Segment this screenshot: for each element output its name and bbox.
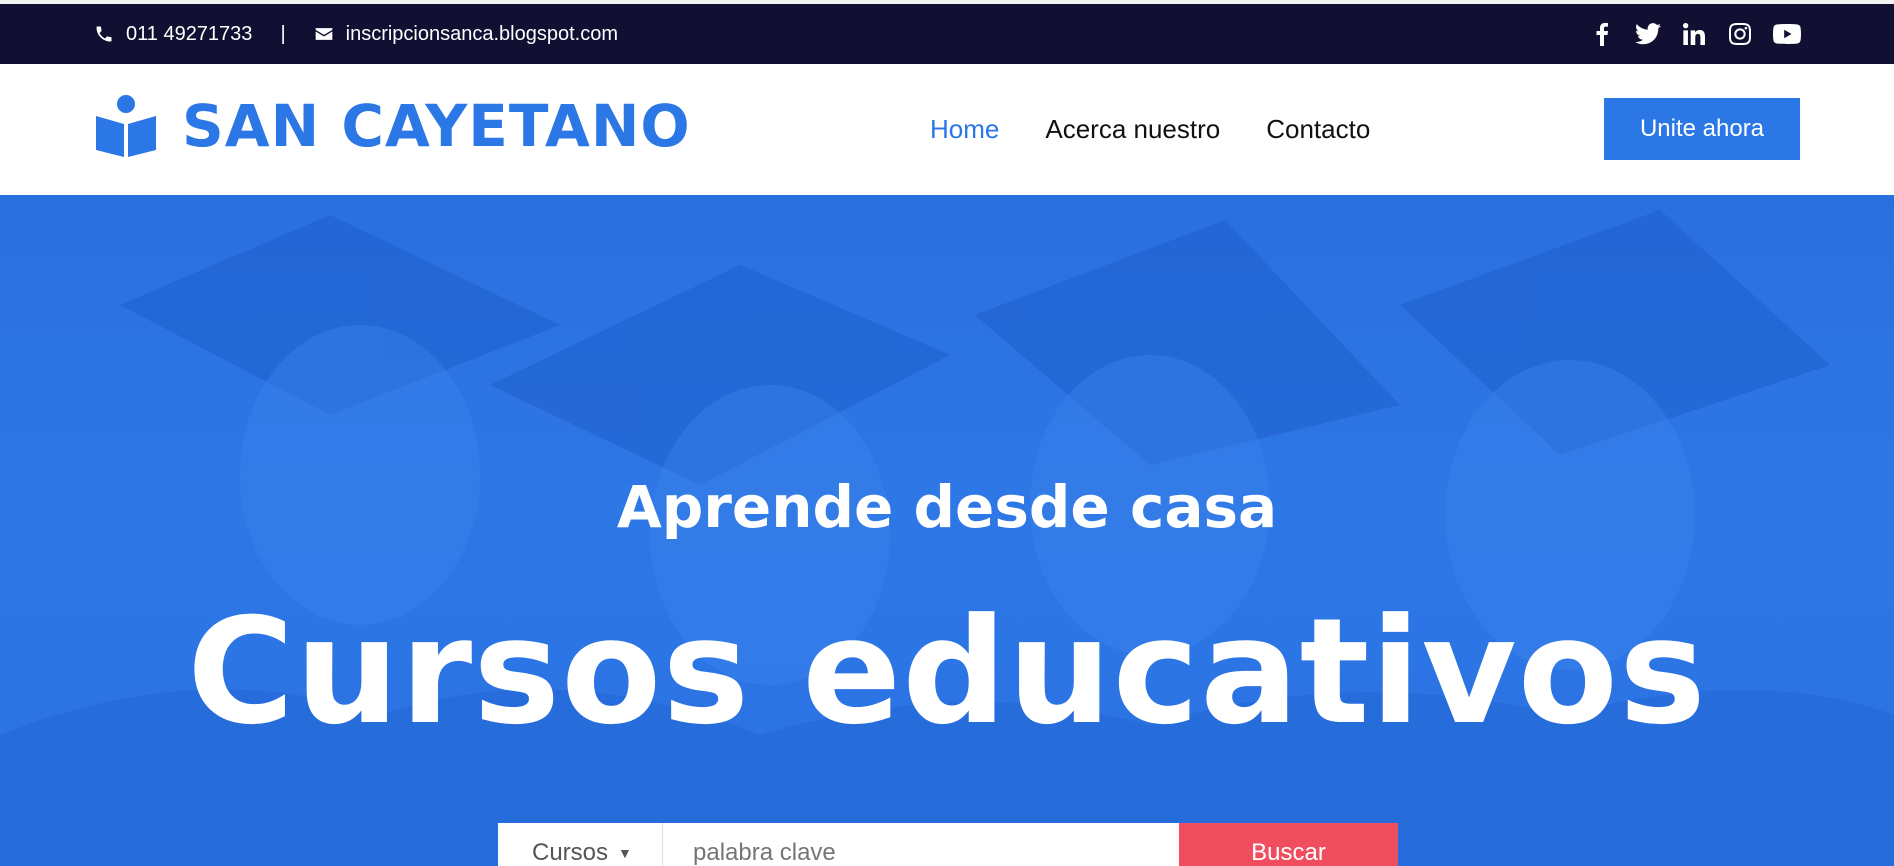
- brand-name: SAN CAYETANO: [182, 92, 691, 160]
- top-info-bar: 011 49271733 | inscripcionsanca.blogspot…: [0, 4, 1894, 64]
- phone-number: 011 49271733: [126, 22, 253, 45]
- phone-contact[interactable]: 011 49271733: [94, 23, 252, 46]
- youtube-icon[interactable]: [1773, 21, 1801, 47]
- contact-separator: |: [280, 22, 286, 45]
- hero-banner: Aprende desde casa Cursos educativos Cur…: [0, 195, 1894, 866]
- category-dropdown[interactable]: Cursos ▼: [498, 823, 663, 866]
- email-address: inscripcionsanca.blogspot.com: [345, 22, 619, 45]
- site-logo[interactable]: SAN CAYETANO: [94, 92, 691, 160]
- hero-title: Cursos educativos: [187, 587, 1707, 757]
- search-input[interactable]: [663, 823, 1179, 866]
- instagram-icon[interactable]: [1727, 21, 1753, 47]
- phone-icon: [96, 26, 112, 42]
- nav-item-contacto[interactable]: Contacto: [1266, 114, 1370, 145]
- join-now-button[interactable]: Unite ahora: [1604, 98, 1800, 160]
- contact-info: 011 49271733 | inscripcionsanca.blogspot…: [94, 4, 618, 64]
- reader-book-icon: [96, 95, 156, 157]
- chevron-down-icon: ▼: [618, 845, 632, 861]
- category-label: Cursos: [532, 839, 609, 866]
- site-header: SAN CAYETANO Home Acerca nuestro Contact…: [0, 64, 1894, 195]
- hero-subtitle: Aprende desde casa: [616, 473, 1278, 541]
- linkedin-icon[interactable]: [1681, 21, 1707, 47]
- social-links: [1569, 4, 1801, 64]
- twitter-icon[interactable]: [1635, 21, 1661, 47]
- nav-item-acerca-nuestro[interactable]: Acerca nuestro: [1045, 114, 1220, 145]
- search-button[interactable]: Buscar: [1179, 823, 1398, 866]
- facebook-icon[interactable]: [1589, 21, 1615, 47]
- envelope-icon: [315, 28, 332, 40]
- email-contact[interactable]: inscripcionsanca.blogspot.com: [314, 23, 618, 46]
- nav-item-home[interactable]: Home: [930, 114, 999, 145]
- course-search-bar: Cursos ▼ Buscar: [498, 823, 1398, 866]
- main-nav: Home Acerca nuestro Contacto: [930, 64, 1416, 195]
